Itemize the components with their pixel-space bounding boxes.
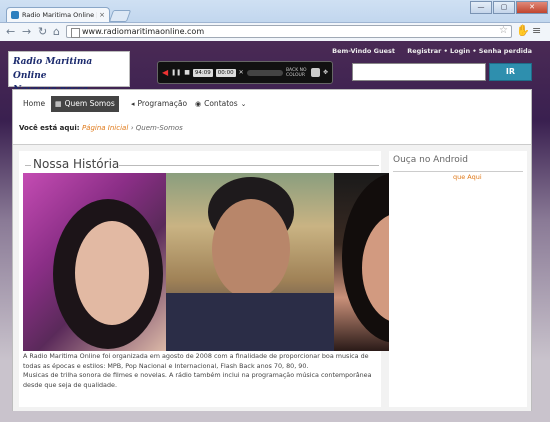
web-page: Radio Maritima Online Navegue nessa onda… xyxy=(0,41,550,422)
radio-player: ◀ ❚❚ ■ 94:09 00:00 ✕ BACK NO COLOUR ✥ xyxy=(157,61,333,84)
nav-item-home[interactable]: Home xyxy=(19,96,49,112)
move-icon[interactable]: ✥ xyxy=(323,69,328,76)
volume-slider[interactable] xyxy=(246,69,283,76)
grid-icon: ▦ xyxy=(55,100,62,108)
photo-woman-left xyxy=(23,173,166,351)
page-title: Nossa História xyxy=(33,157,120,171)
heading-rule-left xyxy=(25,165,31,166)
forward-arrow-icon[interactable]: → xyxy=(22,25,31,38)
sidebar-link[interactable]: que Aqui xyxy=(453,173,482,181)
sidebar: Ouça no Android que Aqui xyxy=(389,151,527,407)
tab-title: Radio Maritima Online | F xyxy=(22,11,98,19)
browser-menu-icon[interactable]: ≡ xyxy=(532,24,541,37)
contact-icon: ◉ xyxy=(195,100,202,108)
sidebar-rule xyxy=(393,171,523,172)
time-total: 00:00 xyxy=(215,68,236,77)
nav-item-quem-somos[interactable]: ▦ Quem Somos xyxy=(51,96,119,112)
face-shape xyxy=(75,221,149,325)
address-bar[interactable]: www.radiomaritimaonline.com ☆ xyxy=(66,25,512,38)
content-area: Nossa História A Radio Maritima Online f… xyxy=(13,144,531,411)
extension-hand-icon[interactable]: ✋ xyxy=(516,24,530,37)
window-controls: — ▢ ✕ xyxy=(470,1,548,14)
nav-label-programacao: Programação xyxy=(137,99,188,108)
nav-item-contatos[interactable]: ◉ Contatos ⌄ xyxy=(191,96,254,112)
new-tab-button[interactable] xyxy=(108,10,132,22)
main-column: Nossa História A Radio Maritima Online f… xyxy=(19,151,451,407)
history-paragraph-2: Musicas de trilha sonora de filmes e nov… xyxy=(23,371,372,389)
nav-label-contatos: Contatos xyxy=(204,99,238,108)
main-nav: Home ▦ Quem Somos ◂ Programação ◉ Contatos ⌄ xyxy=(13,90,531,118)
breadcrumb-prefix: Você está aqui: xyxy=(19,124,80,132)
sidebar-heading: Ouça no Android xyxy=(393,155,468,165)
face-shape xyxy=(212,199,290,299)
stop-icon[interactable]: ■ xyxy=(184,69,190,76)
tab-close-icon[interactable]: × xyxy=(99,11,105,19)
search-input[interactable] xyxy=(352,63,486,81)
heading-rule-right xyxy=(119,165,379,166)
nav-label-home: Home xyxy=(23,99,46,108)
shirt-shape xyxy=(166,293,334,351)
breadcrumb-home-link[interactable]: Página Inicial xyxy=(82,124,128,132)
bookmark-star-icon[interactable]: ☆ xyxy=(499,25,508,36)
logo-line-1: Radio Maritima Online xyxy=(13,57,93,81)
user-links: Bem-Vindo Guest Registrar • Login • Senh… xyxy=(332,47,532,55)
home-icon[interactable]: ⌂ xyxy=(53,25,60,38)
search-button[interactable]: IR xyxy=(489,63,532,81)
maximize-button[interactable]: ▢ xyxy=(493,1,515,14)
breadcrumb: Você está aqui: Página Inicial › Quem-So… xyxy=(19,124,183,132)
nav-item-programacao[interactable]: ◂ Programação xyxy=(127,96,191,112)
play-pause-icon[interactable]: ❚❚ xyxy=(171,69,181,76)
address-url: www.radiomaritimaonline.com xyxy=(82,27,205,36)
page-icon xyxy=(71,28,80,38)
browser-tab[interactable]: Radio Maritima Online | F × xyxy=(6,7,110,22)
favicon-icon xyxy=(11,11,19,19)
speaker-icon[interactable]: ◀ xyxy=(162,68,168,77)
time-elapsed: 94:09 xyxy=(192,68,213,77)
reload-icon[interactable]: ↻ xyxy=(38,25,47,38)
back-colour-label: BACK NO COLOUR xyxy=(285,67,307,78)
history-paragraph-1: A Radio Maritima Online foi organizada e… xyxy=(23,352,369,370)
back-arrow-icon[interactable]: ← xyxy=(6,25,15,38)
chevron-down-icon: ⌄ xyxy=(240,100,247,108)
speaker-small-icon: ◂ xyxy=(131,100,135,108)
photo-man-center xyxy=(166,173,334,351)
site-logo[interactable]: Radio Maritima Online Navegue nessa onda… xyxy=(8,51,130,109)
history-text: A Radio Maritima Online foi organizada e… xyxy=(23,352,379,390)
welcome-text: Bem-Vindo Guest xyxy=(332,47,395,55)
content-panel: Home ▦ Quem Somos ◂ Programação ◉ Contatos ⌄… xyxy=(12,89,532,411)
mute-icon[interactable]: ✕ xyxy=(239,69,244,76)
lost-password-link[interactable]: • Senha perdida xyxy=(472,47,532,55)
phone-icon[interactable] xyxy=(310,68,320,77)
minimize-button[interactable]: — xyxy=(470,1,492,14)
browser-toolbar: ← → ↻ ⌂ www.radiomaritimaonline.com ☆ ✋ … xyxy=(0,22,550,42)
breadcrumb-current: › Quem-Somos xyxy=(130,124,183,132)
nav-label-quem-somos: Quem Somos xyxy=(64,99,115,108)
close-window-button[interactable]: ✕ xyxy=(516,1,548,14)
register-login-link[interactable]: Registrar • Login xyxy=(407,47,470,55)
